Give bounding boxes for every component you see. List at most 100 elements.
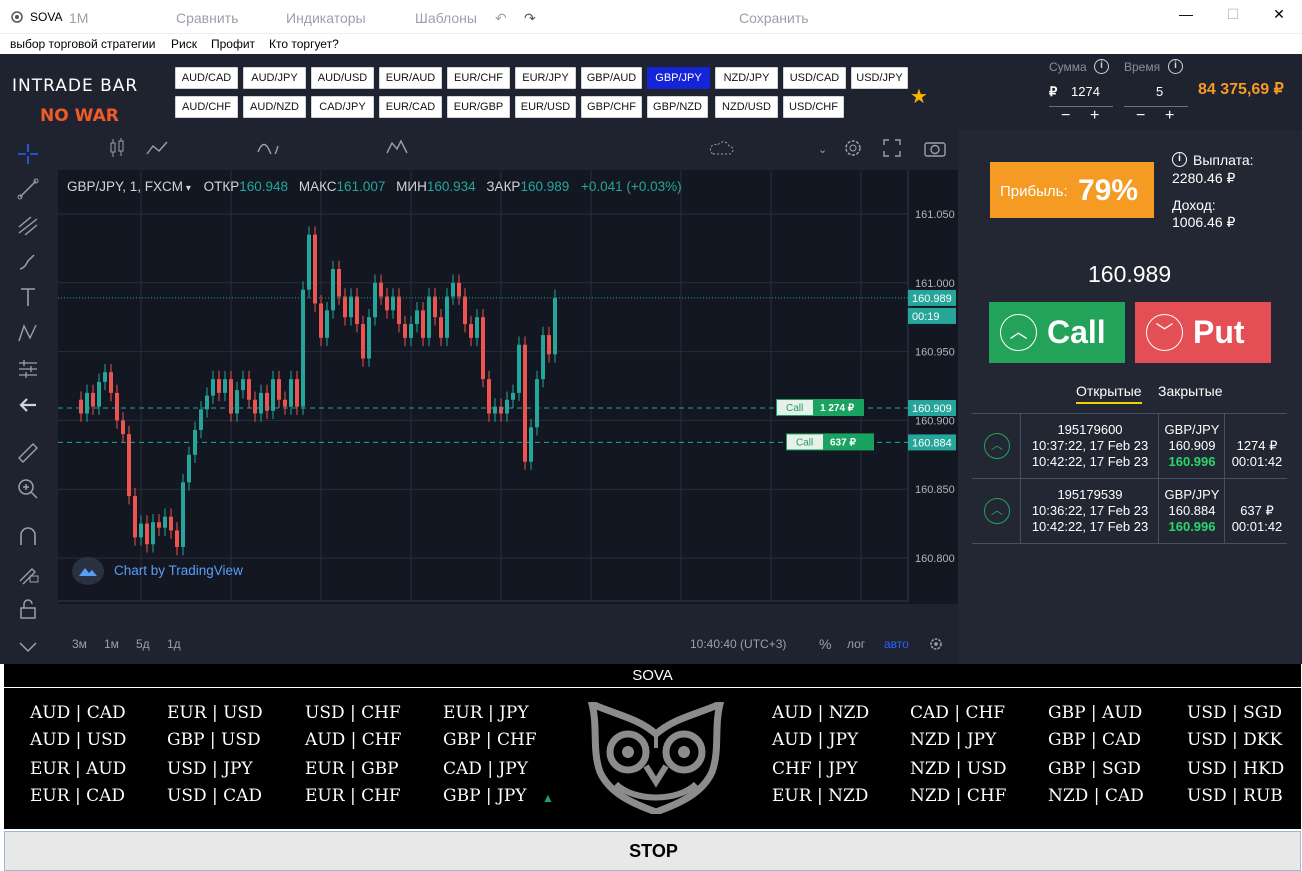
pair-button-gbp-nzd[interactable]: GBP/NZD (647, 96, 708, 118)
fullscreen-icon[interactable] (883, 139, 901, 157)
candle-type-icon[interactable] (108, 138, 126, 158)
app-gear-icon (11, 11, 23, 23)
call-button[interactable]: ︿ Call (989, 302, 1125, 363)
lock-pencil-icon[interactable] (16, 561, 40, 585)
pattern-tool-icon[interactable] (16, 321, 40, 345)
column-divider (1158, 414, 1159, 478)
amount-input[interactable]: 1274 (1071, 84, 1100, 99)
menu-profit[interactable]: Профит (211, 37, 255, 51)
redo-icon[interactable]: ↷ (524, 10, 536, 27)
menu-risk[interactable]: Риск (171, 37, 197, 51)
pair-button-cad-jpy[interactable]: CAD/JPY (311, 96, 374, 118)
maximize-button[interactable]: ☐ (1210, 6, 1256, 28)
fib-tool-icon[interactable] (16, 213, 40, 237)
pair-button-eur-gbp[interactable]: EUR/GBP (447, 96, 510, 118)
time-info-icon[interactable]: i (1168, 59, 1183, 74)
zoom-icon[interactable] (16, 477, 40, 501)
legend-symbol[interactable]: GBP/JPY, 1, FXCM (67, 179, 183, 194)
camera-icon[interactable] (924, 139, 946, 157)
pair-button-eur-jpy[interactable]: EUR/JPY (515, 67, 576, 89)
pair-button-eur-usd[interactable]: EUR/USD (515, 96, 576, 118)
payout-info-icon[interactable]: i (1172, 152, 1187, 167)
sova-pair-item: USD | CHF (305, 703, 401, 723)
pair-button-eur-chf[interactable]: EUR/CHF (447, 67, 510, 89)
crosshair-icon[interactable] (16, 142, 40, 166)
indicators-icon[interactable] (257, 140, 279, 154)
candle-body (109, 372, 113, 393)
minimize-button[interactable]: — (1163, 6, 1209, 28)
sova-pair-item: EUR | CAD (30, 786, 125, 806)
pair-button-gbp-aud[interactable]: GBP/AUD (581, 67, 642, 89)
pair-button-gbp-chf[interactable]: GBP/CHF (581, 96, 642, 118)
payout-label: Выплата: (1193, 152, 1254, 168)
compare-button[interactable]: Сравнить (176, 10, 238, 26)
amount-plus-button[interactable]: + (1090, 107, 1099, 125)
log-scale-button[interactable]: лог (847, 637, 865, 651)
menu-who-trades[interactable]: Кто торгует? (269, 37, 339, 51)
undo-icon[interactable]: ↶ (495, 10, 507, 27)
templates-icon[interactable] (386, 139, 408, 155)
pair-button-usd-chf[interactable]: USD/CHF (783, 96, 844, 118)
time-plus-button[interactable]: + (1165, 107, 1174, 125)
amount-minus-button[interactable]: − (1061, 107, 1070, 125)
text-tool-icon[interactable] (16, 285, 40, 309)
pair-button-aud-chf[interactable]: AUD/CHF (175, 96, 238, 118)
time-label: Время (1124, 60, 1161, 74)
pair-button-nzd-usd[interactable]: NZD/USD (715, 96, 778, 118)
lock-icon[interactable] (16, 597, 40, 621)
sova-pair-item: CHF | JPY (772, 759, 858, 779)
range-3m[interactable]: 3м (72, 637, 87, 651)
pair-button-eur-aud[interactable]: EUR/AUD (379, 67, 442, 89)
back-arrow-icon[interactable] (16, 393, 40, 417)
pair-button-aud-nzd[interactable]: AUD/NZD (243, 96, 306, 118)
sova-pair-item: EUR | JPY (443, 703, 529, 723)
scale-settings-icon[interactable] (929, 637, 943, 651)
range-1m[interactable]: 1м (104, 637, 119, 651)
templates-button[interactable]: Шаблоны (415, 10, 477, 26)
sova-pair-item: EUR | NZD (772, 786, 869, 806)
candle-body (217, 379, 221, 393)
candle-body (319, 303, 323, 338)
pair-button-usd-jpy[interactable]: USD/JPY (851, 67, 908, 89)
save-button[interactable]: Сохранить (739, 10, 809, 26)
time-minus-button[interactable]: − (1136, 107, 1145, 125)
sova-pair-item: NZD | CHF (910, 786, 1007, 806)
range-5d[interactable]: 5д (136, 637, 150, 651)
settings-gear-icon[interactable] (843, 138, 863, 158)
pair-button-nzd-jpy[interactable]: NZD/JPY (715, 67, 778, 89)
trend-line-icon[interactable] (16, 177, 40, 201)
tab-open-trades[interactable]: Открытые (1076, 383, 1142, 404)
magnet-icon[interactable] (16, 525, 40, 549)
legend-low: 160.934 (426, 179, 476, 194)
interval-button[interactable]: 1M (69, 10, 88, 26)
amount-info-icon[interactable]: i (1094, 59, 1109, 74)
eye-icon[interactable] (16, 635, 40, 659)
tab-closed-trades[interactable]: Закрытые (1158, 383, 1222, 399)
close-button[interactable]: ✕ (1256, 6, 1302, 28)
pair-button-usd-cad[interactable]: USD/CAD (783, 67, 846, 89)
put-button[interactable]: ﹀ Put (1135, 302, 1271, 363)
pair-button-aud-cad[interactable]: AUD/CAD (175, 67, 238, 89)
pair-button-gbp-jpy[interactable]: GBP/JPY (647, 67, 710, 89)
indicators-button[interactable]: Индикаторы (286, 10, 366, 26)
stop-button[interactable]: STOP (4, 831, 1301, 871)
column-divider (1224, 479, 1225, 543)
save-dropdown-icon[interactable]: ⌄ (818, 143, 827, 156)
trade-tag-amount: 1 274 ₽ (820, 403, 855, 414)
percent-scale-button[interactable]: % (819, 636, 831, 652)
time-input[interactable]: 5 (1156, 84, 1163, 99)
prediction-tool-icon[interactable] (16, 357, 40, 381)
pair-button-eur-cad[interactable]: EUR/CAD (379, 96, 442, 118)
pair-button-aud-usd[interactable]: AUD/USD (311, 67, 374, 89)
favorite-star-icon[interactable]: ★ (910, 84, 928, 109)
pair-button-aud-jpy[interactable]: AUD/JPY (243, 67, 306, 89)
ruler-icon[interactable] (16, 441, 40, 465)
candle-body (85, 392, 89, 414)
price-chart[interactable]: 161.050 161.000 160.950 160.900 160.850 160.8… (58, 170, 958, 604)
menu-strategy[interactable]: выбор торговой стратегии (10, 37, 155, 51)
compare-icon[interactable] (145, 140, 169, 156)
range-1d[interactable]: 1д (167, 637, 181, 651)
brush-icon[interactable] (16, 249, 40, 273)
auto-scale-button[interactable]: авто (884, 637, 909, 651)
cloud-icon[interactable] (708, 141, 734, 155)
